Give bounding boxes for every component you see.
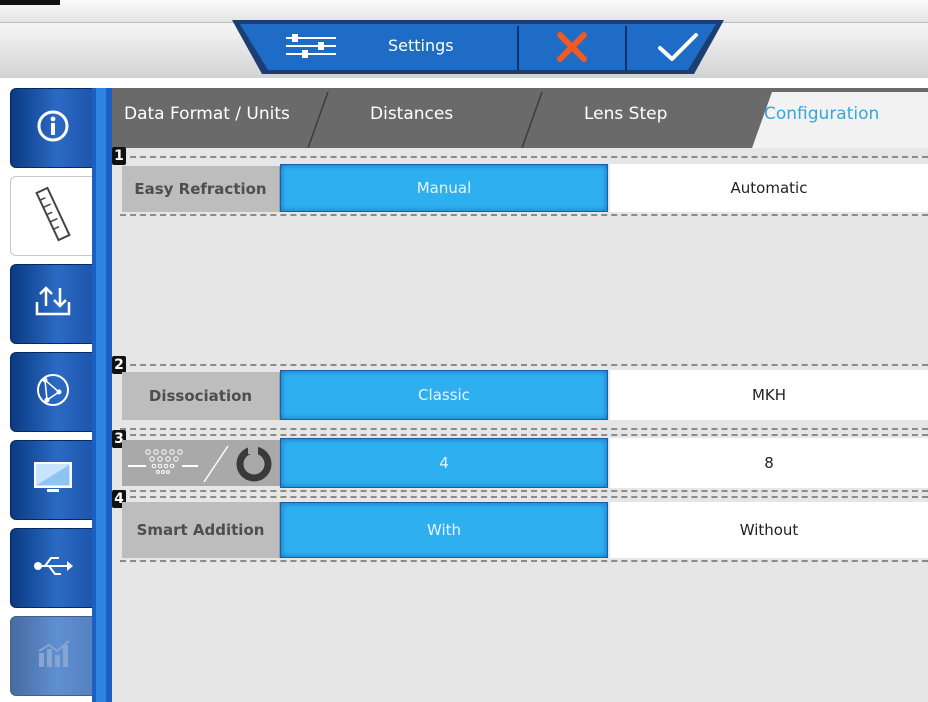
chart-type-label bbox=[122, 440, 280, 486]
dot-chart-vs-ring-icon bbox=[122, 440, 279, 486]
sidebar-item-usb[interactable] bbox=[10, 528, 96, 608]
easy-refraction-automatic-option[interactable]: Automatic bbox=[610, 164, 928, 212]
dissociation-classic-option[interactable]: Classic bbox=[280, 370, 608, 420]
check-icon bbox=[658, 33, 698, 61]
info-icon bbox=[36, 109, 70, 147]
dissociation-mkh-option[interactable]: MKH bbox=[610, 370, 928, 420]
chart-type-4-option[interactable]: 4 bbox=[280, 438, 608, 488]
tab-configuration[interactable]: Configuration bbox=[764, 104, 879, 134]
close-icon bbox=[557, 32, 587, 62]
toolbar-buttons: Settings bbox=[232, 18, 724, 74]
tab-bar: Data Format / Units Distances Lens Step … bbox=[112, 88, 928, 148]
sidebar bbox=[10, 88, 98, 702]
sidebar-item-info[interactable] bbox=[10, 88, 96, 168]
statistics-icon bbox=[35, 639, 71, 673]
top-toolbar: Settings bbox=[0, 0, 928, 78]
settings-label: Settings bbox=[388, 36, 454, 55]
sidebar-item-network[interactable] bbox=[10, 352, 96, 432]
smart-addition-without-option[interactable]: Without bbox=[610, 502, 928, 558]
smart-addition-with-option[interactable]: With bbox=[280, 502, 608, 558]
smart-addition-label: Smart Addition bbox=[122, 502, 280, 558]
sidebar-item-display[interactable] bbox=[10, 440, 96, 520]
settings-panel: Data Format / Units Distances Lens Step … bbox=[112, 88, 928, 702]
cancel-button[interactable] bbox=[522, 26, 624, 68]
confirm-button[interactable] bbox=[630, 26, 724, 68]
easy-refraction-manual-option[interactable]: Manual bbox=[280, 164, 608, 212]
network-icon bbox=[35, 372, 71, 412]
settings-button[interactable]: Settings bbox=[268, 26, 514, 68]
tab-data-format-units[interactable]: Data Format / Units bbox=[124, 104, 290, 134]
tab-lens-step[interactable]: Lens Step bbox=[584, 104, 667, 134]
sidebar-item-measurements[interactable] bbox=[10, 176, 96, 256]
usb-icon bbox=[33, 554, 73, 582]
import-export-icon bbox=[33, 284, 73, 324]
dissociation-label: Dissociation bbox=[122, 372, 280, 420]
monitor-icon bbox=[33, 461, 73, 499]
sidebar-item-import-export[interactable] bbox=[10, 264, 96, 344]
chart-type-8-option[interactable]: 8 bbox=[610, 438, 928, 488]
easy-refraction-label: Easy Refraction bbox=[122, 166, 280, 212]
ruler-icon bbox=[33, 186, 73, 246]
corner-mark bbox=[0, 0, 60, 5]
sidebar-edge bbox=[92, 88, 112, 702]
section-marker-1: 1 bbox=[112, 147, 126, 165]
sidebar-item-statistics[interactable] bbox=[10, 616, 96, 696]
tab-distances[interactable]: Distances bbox=[370, 104, 453, 134]
